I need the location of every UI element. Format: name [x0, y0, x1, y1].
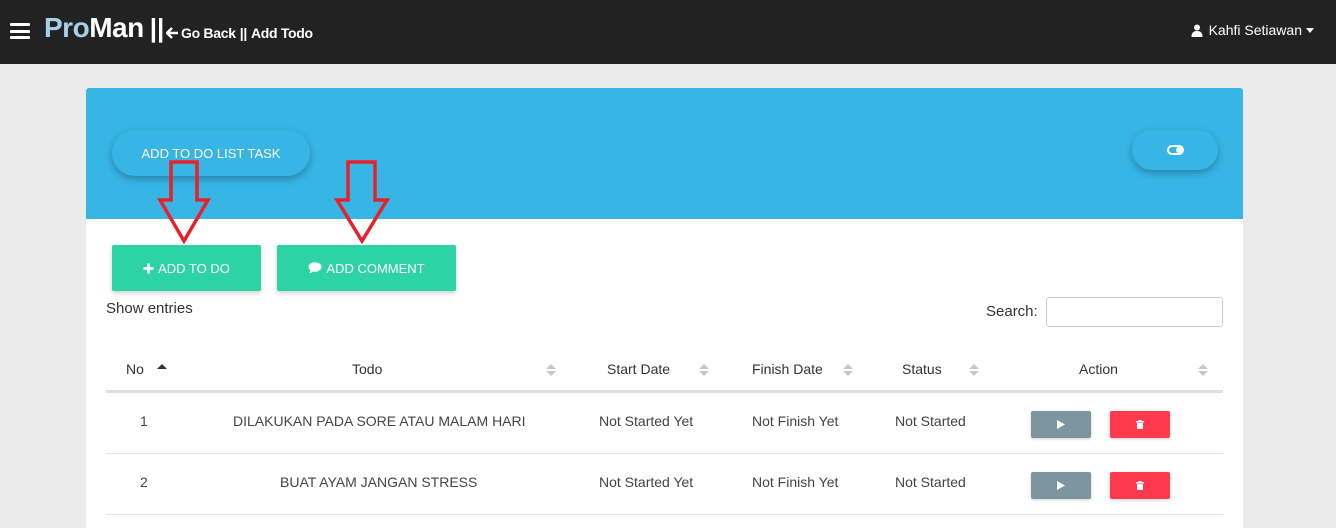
hamburger-icon[interactable] [10, 23, 30, 39]
user-menu[interactable]: Kahfi Setiawan [1191, 22, 1314, 38]
add-todo-button[interactable]: ADD TO DO [112, 245, 261, 291]
add-comment-button[interactable]: ADD COMMENT [277, 245, 456, 291]
column-header-start-date[interactable]: Start Date [607, 361, 670, 377]
plus-icon [143, 263, 154, 273]
start-button[interactable] [1031, 472, 1091, 499]
table-row: 1 DILAKUKAN PADA SORE ATAU MALAM HARI No… [106, 393, 1223, 454]
go-back-link[interactable]: Go Back [166, 25, 236, 41]
column-header-finish-date[interactable]: Finish Date [752, 361, 823, 377]
delete-button[interactable] [1110, 472, 1170, 499]
sort-ascending-icon[interactable] [157, 364, 167, 378]
brand-pro: Pro [44, 12, 90, 43]
start-button[interactable] [1031, 411, 1091, 438]
trash-icon [1136, 420, 1144, 429]
brand-logo[interactable]: Pro Man || [44, 12, 164, 52]
search-label: Search: [986, 303, 1038, 320]
table-header: No Todo Start Date Finish Date Status Ac… [106, 347, 1223, 393]
sort-icon[interactable] [699, 364, 709, 378]
search-input[interactable] [1046, 297, 1223, 327]
breadcrumb: Go Back || Add Todo [166, 25, 313, 41]
cell-finish-date: Not Finish Yet [752, 474, 839, 490]
down-arrow-annotation [333, 160, 391, 244]
play-icon [1057, 420, 1065, 429]
table-row: 2 BUAT AYAM JANGAN STRESS Not Started Ye… [106, 454, 1223, 515]
trash-icon [1136, 481, 1144, 490]
cell-todo: BUAT AYAM JANGAN STRESS [280, 474, 478, 490]
cell-finish-date: Not Finish Yet [752, 413, 839, 429]
top-navbar: Pro Man || Go Back || Add Todo Kahfi Set… [0, 0, 1336, 64]
card-header: ADD TO DO LIST TASK [86, 88, 1243, 219]
comment-icon [308, 262, 322, 274]
cell-no: 1 [140, 413, 148, 429]
column-header-action[interactable]: Action [1079, 361, 1118, 377]
show-entries-label: Show entries [106, 300, 193, 317]
add-todo-list-task-label: ADD TO DO LIST TASK [141, 145, 281, 161]
delete-button[interactable] [1110, 411, 1170, 438]
add-comment-label: ADD COMMENT [326, 260, 425, 276]
cell-status: Not Started [895, 413, 966, 429]
user-icon [1191, 24, 1203, 37]
go-back-label: Go Back [181, 25, 236, 41]
card-body: ADD TO DO ADD COMMENT Show entries Searc… [86, 219, 1243, 528]
cell-start-date: Not Started Yet [599, 413, 694, 429]
brand-separator: || [149, 13, 165, 43]
sort-icon[interactable] [1198, 364, 1208, 378]
todo-table: No Todo Start Date Finish Date Status Ac… [106, 347, 1223, 515]
cell-no: 2 [140, 474, 148, 490]
brand-man: Man [89, 12, 144, 43]
user-name: Kahfi Setiawan [1208, 22, 1302, 38]
play-icon [1057, 481, 1065, 490]
arrow-left-icon [166, 27, 178, 39]
toggle-icon [1166, 145, 1184, 155]
column-header-status[interactable]: Status [902, 361, 942, 377]
sort-icon[interactable] [969, 364, 979, 378]
cell-status: Not Started [895, 474, 966, 490]
current-page-label: Add Todo [250, 25, 313, 41]
chevron-down-icon [1306, 27, 1314, 33]
down-arrow-annotation [156, 160, 212, 244]
sort-icon[interactable] [843, 364, 853, 378]
sort-icon[interactable] [546, 364, 556, 378]
breadcrumb-separator: || [239, 25, 248, 41]
cell-start-date: Not Started Yet [599, 474, 694, 490]
cell-todo: DILAKUKAN PADA SORE ATAU MALAM HARI [233, 413, 526, 429]
column-header-todo[interactable]: Todo [352, 361, 382, 377]
column-header-no[interactable]: No [126, 361, 144, 377]
toggle-button[interactable] [1132, 130, 1218, 170]
add-todo-label: ADD TO DO [158, 260, 230, 276]
